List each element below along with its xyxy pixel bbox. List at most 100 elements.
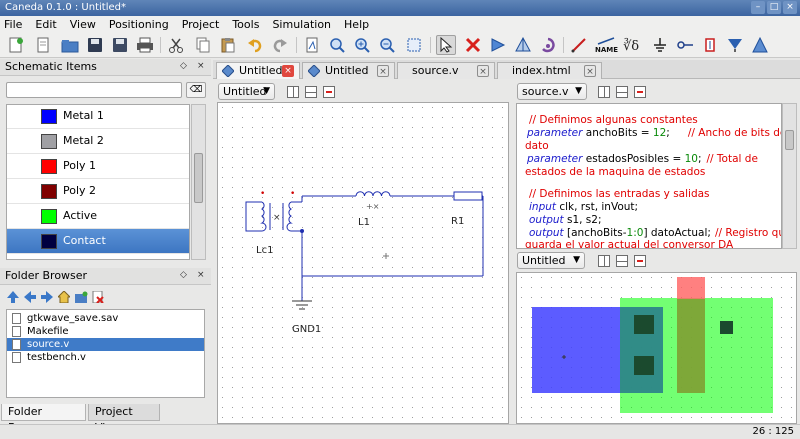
menu-help[interactable]: Help <box>344 18 369 31</box>
menu-file[interactable]: File <box>4 18 22 31</box>
tab-untitled-2[interactable]: Untitled × <box>302 62 395 79</box>
tab-untitled-1[interactable]: Untitled × <box>216 62 300 79</box>
new-file-icon[interactable] <box>6 35 26 55</box>
zoom-in-icon[interactable] <box>352 35 372 55</box>
document-icon[interactable] <box>302 35 322 55</box>
minimize-button[interactable]: – <box>751 1 765 14</box>
svg-text:•: • <box>290 189 295 199</box>
file-item-source[interactable]: source.v <box>7 338 204 351</box>
new-text-icon[interactable] <box>33 35 53 55</box>
menu-simulation[interactable]: Simulation <box>272 18 331 31</box>
tab-close-icon[interactable]: × <box>282 65 294 77</box>
component-icon[interactable] <box>700 35 720 55</box>
port-icon[interactable] <box>675 35 695 55</box>
open-icon[interactable] <box>60 35 80 55</box>
ground-icon[interactable] <box>650 35 670 55</box>
list-item-poly2[interactable]: Poly 2 <box>7 179 189 204</box>
split-vertical-icon[interactable] <box>598 86 610 98</box>
tab-close-icon[interactable]: × <box>477 65 489 77</box>
list-item-contact[interactable]: Contact <box>7 229 189 254</box>
select-icon[interactable] <box>436 35 456 55</box>
forward-arrow-icon[interactable] <box>40 290 54 304</box>
probe-icon[interactable] <box>725 35 745 55</box>
menu-edit[interactable]: Edit <box>35 18 56 31</box>
save-all-icon[interactable] <box>110 35 130 55</box>
copy-icon[interactable] <box>193 35 213 55</box>
file-item-makefile[interactable]: Makefile <box>7 325 204 338</box>
schematic-view-selector[interactable]: Untitled ▼ <box>218 83 275 100</box>
menu-tools[interactable]: Tools <box>232 18 259 31</box>
metal1-swatch <box>41 109 57 124</box>
tab-index-html[interactable]: index.html × <box>497 62 602 79</box>
zoom-area-icon[interactable] <box>404 35 424 55</box>
file-icon <box>12 352 21 363</box>
redo-icon[interactable] <box>270 35 290 55</box>
tab-close-icon[interactable]: × <box>377 65 389 77</box>
cut-icon[interactable] <box>166 35 186 55</box>
zoom-out-icon[interactable] <box>377 35 397 55</box>
file-item-gtkwave[interactable]: gtkwave_save.sav <box>7 312 204 325</box>
list-item-metal2[interactable]: Metal 2 <box>7 129 189 154</box>
print-icon[interactable] <box>135 35 155 55</box>
split-horizontal-icon[interactable] <box>616 86 628 98</box>
scrollbar-handle[interactable] <box>194 153 203 203</box>
view-selector-label: Untitled <box>522 254 566 267</box>
split-vertical-icon[interactable] <box>287 86 299 98</box>
dock-close-icon[interactable]: × <box>197 270 205 280</box>
menu-view[interactable]: View <box>70 18 96 31</box>
menu-positioning[interactable]: Positioning <box>109 18 169 31</box>
label-name-icon[interactable]: NAME <box>594 35 618 55</box>
list-item-metal1[interactable]: Metal 1 <box>7 105 189 129</box>
contact-2 <box>634 356 654 375</box>
zoom-fit-icon[interactable] <box>327 35 347 55</box>
list-item-active[interactable]: Active <box>7 204 189 229</box>
scrollbar-handle[interactable] <box>785 130 794 150</box>
equation-icon[interactable]: ∛δ <box>623 35 643 55</box>
tab-folder-browser[interactable]: Folder Browser <box>1 404 86 434</box>
delete-icon[interactable] <box>463 35 483 55</box>
mirror-x-icon[interactable] <box>488 35 508 55</box>
paste-icon[interactable] <box>218 35 238 55</box>
close-view-icon[interactable] <box>323 86 335 98</box>
rotate-icon[interactable] <box>538 35 558 55</box>
close-window-button[interactable]: × <box>783 1 797 14</box>
up-arrow-icon[interactable] <box>6 290 20 304</box>
dock-float-icon[interactable]: ◇ <box>180 270 187 280</box>
status-bar: 26 : 125 <box>0 424 800 439</box>
split-horizontal-icon[interactable] <box>616 255 628 267</box>
maximize-button[interactable]: □ <box>767 1 781 14</box>
code-line: // Definimos las entradas y salidas <box>529 188 710 200</box>
schematic-canvas[interactable]: × • • Lc1 L1 +× R1 GND1 <box>217 102 509 424</box>
save-icon[interactable] <box>85 35 105 55</box>
file-item-testbench[interactable]: testbench.v <box>7 351 204 364</box>
close-view-icon[interactable] <box>634 255 646 267</box>
schematic-items-scrollbar[interactable] <box>191 104 206 260</box>
code-editor[interactable]: // Definimos algunas constantes paramete… <box>516 103 782 249</box>
close-view-icon[interactable] <box>634 86 646 98</box>
dock-float-icon[interactable]: ◇ <box>180 61 187 71</box>
back-arrow-icon[interactable] <box>23 290 37 304</box>
clear-search-button[interactable]: ⌫ <box>186 82 206 98</box>
undo-icon[interactable] <box>245 35 265 55</box>
layout-view-selector[interactable]: Untitled ▼ <box>517 252 585 269</box>
menu-project[interactable]: Project <box>182 18 220 31</box>
new-folder-icon[interactable] <box>74 290 88 304</box>
wire-icon[interactable] <box>569 35 589 55</box>
tab-project-view[interactable]: Project View <box>88 404 160 434</box>
delete-file-icon[interactable] <box>91 290 105 304</box>
list-item-poly1[interactable]: Poly 1 <box>7 154 189 179</box>
code-scrollbar[interactable] <box>782 103 797 249</box>
home-icon[interactable] <box>57 290 71 304</box>
code-view-selector[interactable]: source.v ▼ <box>517 83 587 100</box>
poly2-swatch <box>41 184 57 199</box>
simulate-icon[interactable] <box>750 35 770 55</box>
tab-close-icon[interactable]: × <box>584 65 596 77</box>
mirror-y-icon[interactable] <box>513 35 533 55</box>
layout-canvas[interactable] <box>516 272 797 424</box>
dock-close-icon[interactable]: × <box>197 61 205 71</box>
schematic-search-input[interactable] <box>6 82 182 98</box>
tab-source-v[interactable]: source.v × <box>397 62 495 79</box>
split-vertical-icon[interactable] <box>598 255 610 267</box>
file-list: gtkwave_save.sav Makefile source.v testb… <box>6 309 205 398</box>
split-horizontal-icon[interactable] <box>305 86 317 98</box>
